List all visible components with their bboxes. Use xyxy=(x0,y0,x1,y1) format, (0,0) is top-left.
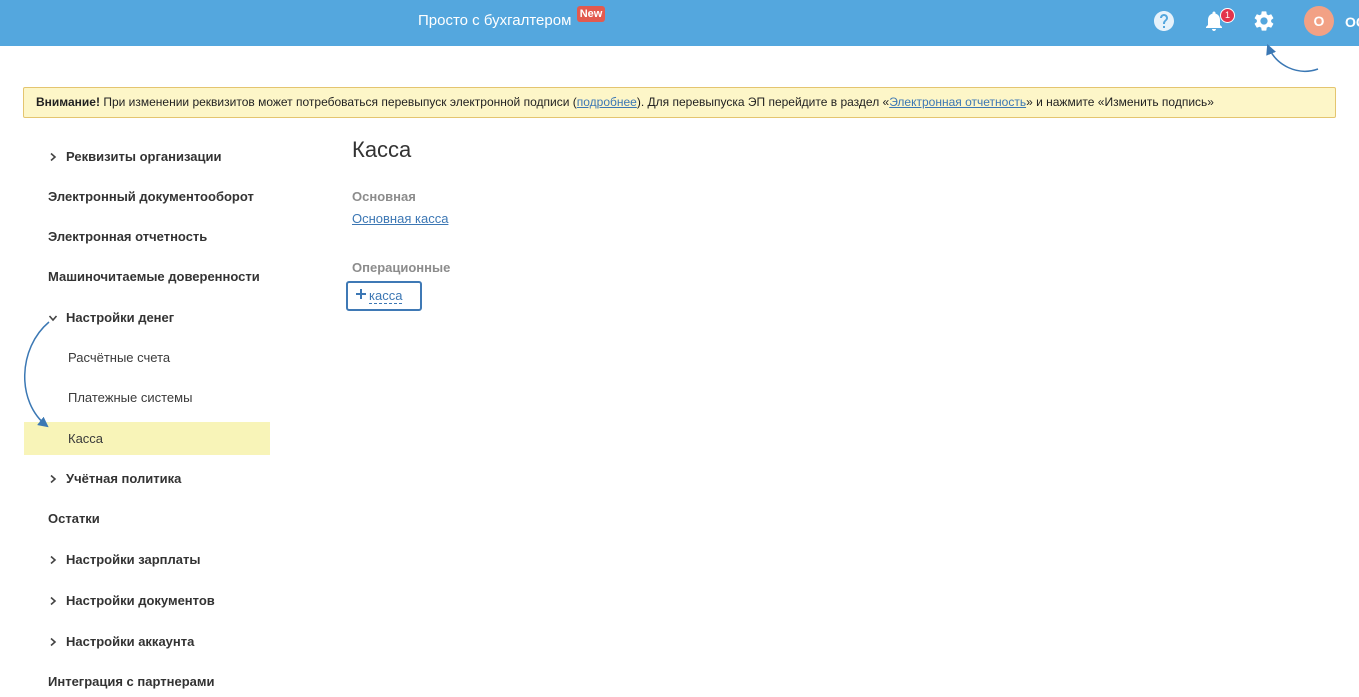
new-badge: New xyxy=(577,6,605,22)
warning-title: Внимание! xyxy=(36,95,100,109)
user-name[interactable]: ОС xyxy=(1345,13,1359,31)
sidebar-item-label: Настройки зарплаты xyxy=(66,552,201,567)
sidebar-item-label: Платежные системы xyxy=(68,390,193,405)
chevron-right-icon xyxy=(48,555,58,565)
sidebar-item-label: Машиночитаемые доверенности xyxy=(48,269,260,284)
avatar[interactable]: О xyxy=(1304,6,1334,36)
add-cash-desk-button[interactable]: касса xyxy=(346,281,422,311)
sidebar-subitem-payment-systems[interactable]: Платежные системы xyxy=(24,384,270,412)
warning-text: » и нажмите «Изменить подпись» xyxy=(1026,95,1214,109)
sidebar-item-machine-readable-poa[interactable]: Машиночитаемые доверенности xyxy=(24,263,270,291)
chevron-down-icon xyxy=(48,313,58,323)
page-title: Касса xyxy=(352,137,412,162)
warning-text: При изменении реквизитов может потребова… xyxy=(99,95,577,109)
sidebar-item-label: Настройки аккаунта xyxy=(66,634,195,649)
top-header: Просто с бухгалтером New 1 О ОС xyxy=(0,0,1359,46)
notification-count-badge: 1 xyxy=(1220,8,1235,23)
primary-cash-desk-link[interactable]: Основная касса xyxy=(352,211,448,227)
chevron-right-icon xyxy=(48,596,58,606)
sidebar-item-label: Касса xyxy=(68,431,104,446)
chevron-right-icon xyxy=(48,474,58,484)
annotation-arrow xyxy=(1266,44,1319,72)
sidebar-item-account-settings[interactable]: Настройки аккаунта xyxy=(24,628,270,656)
sidebar-item-label: Настройки документов xyxy=(66,593,215,608)
sidebar-item-label: Настройки денег xyxy=(66,310,175,325)
sidebar-item-partner-integration[interactable]: Интеграция с партнерами xyxy=(24,668,270,696)
sidebar-item-document-settings[interactable]: Настройки документов xyxy=(24,587,270,615)
sidebar-item-accounting-policy[interactable]: Учётная политика xyxy=(24,465,270,493)
operational-section-label: Операционные xyxy=(352,260,451,275)
sidebar-item-label: Остатки xyxy=(48,511,100,526)
sidebar-item-salary-settings[interactable]: Настройки зарплаты xyxy=(24,546,270,574)
sidebar-item-e-reporting[interactable]: Электронная отчетность xyxy=(24,223,270,251)
sidebar-item-edo[interactable]: Электронный документооборот xyxy=(24,183,270,211)
sidebar-item-label: Расчётные счета xyxy=(68,350,171,365)
warning-text: ). Для перевыпуска ЭП перейдите в раздел… xyxy=(636,95,890,109)
app-title[interactable]: Просто с бухгалтером xyxy=(418,12,571,30)
primary-section-label: Основная xyxy=(352,189,416,204)
sidebar-item-label: Электронный документооборот xyxy=(48,189,254,204)
sidebar-item-organization-details[interactable]: Реквизиты организации xyxy=(24,143,270,171)
sidebar-item-label: Реквизиты организации xyxy=(66,149,222,164)
details-link[interactable]: подробнее xyxy=(577,95,637,109)
sidebar-item-label: Интеграция с партнерами xyxy=(48,674,215,689)
help-icon[interactable] xyxy=(1152,9,1176,33)
sidebar-item-label: Электронная отчетность xyxy=(48,229,208,244)
sidebar-item-label: Учётная политика xyxy=(66,471,182,486)
plus-icon xyxy=(355,288,367,300)
e-reporting-link[interactable]: Электронная отчетность xyxy=(889,95,1026,109)
sidebar-subitem-cash-desk[interactable]: Касса xyxy=(24,422,270,455)
sidebar-item-balances[interactable]: Остатки xyxy=(24,505,270,533)
warning-banner: Внимание! При изменении реквизитов может… xyxy=(23,87,1336,118)
chevron-right-icon xyxy=(48,637,58,647)
add-cash-desk-label: касса xyxy=(369,288,403,304)
sidebar-subitem-bank-accounts[interactable]: Расчётные счета xyxy=(24,344,270,372)
gear-icon[interactable] xyxy=(1252,9,1276,33)
sidebar-item-money-settings[interactable]: Настройки денег xyxy=(24,304,270,332)
chevron-right-icon xyxy=(48,152,58,162)
